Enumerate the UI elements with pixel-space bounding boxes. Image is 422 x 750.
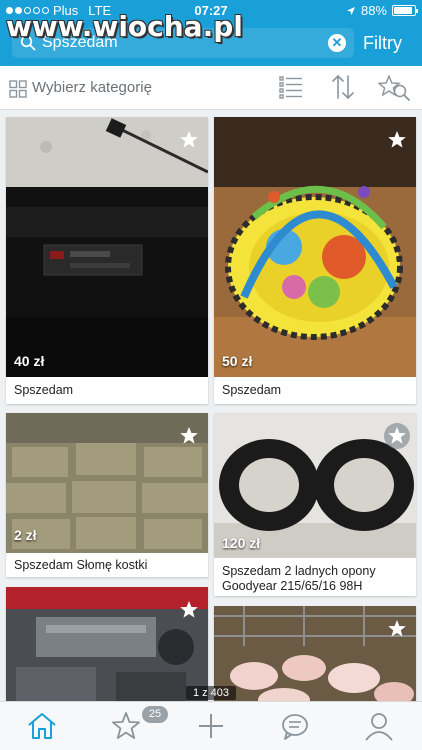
observed-count-badge: 25 (142, 706, 168, 723)
app-header: Plus LTE 07:27 88% Spszedam ✕ Filtry (0, 0, 422, 66)
favorite-star-icon[interactable] (176, 597, 202, 623)
favorite-star-icon[interactable] (384, 127, 410, 153)
listing-title: Spszedam 2 ladnych opony Goodyear 215/65… (222, 564, 376, 593)
listing-photo (6, 117, 208, 377)
category-grid-icon[interactable] (9, 80, 27, 98)
messages-icon[interactable] (279, 710, 311, 742)
home-icon[interactable] (26, 710, 58, 742)
page-counter: 1 z 403 (186, 686, 236, 700)
listing-price: 40 zł (14, 353, 45, 369)
favorite-star-icon[interactable] (384, 616, 410, 642)
listing-price: 2 zł (14, 527, 37, 543)
battery-icon (392, 5, 418, 16)
search-input[interactable]: Spszedam ✕ (12, 28, 354, 58)
location-arrow-icon (346, 6, 355, 15)
account-icon[interactable] (363, 710, 395, 742)
listing-card[interactable]: 40 zł Spszedam (6, 117, 208, 404)
status-right: 88% (346, 3, 418, 18)
listing-title: Spszedam Słomę kostki (14, 558, 148, 572)
clear-search-icon[interactable]: ✕ (328, 34, 346, 52)
favorite-star-icon[interactable] (176, 127, 202, 153)
play-mat-photo-icon (214, 117, 416, 377)
status-bar: Plus LTE 07:27 88% (0, 0, 422, 22)
listing-toolbar: Wybierz kategorię (0, 66, 422, 110)
favorite-star-icon[interactable] (176, 423, 202, 449)
observed-star-icon[interactable] (110, 710, 142, 742)
listing-price: 120 zł (222, 535, 261, 551)
listing-title: Spszedam (222, 383, 282, 397)
listing-card[interactable]: 120 zł Spszedam 2 ladnych opony Goodyear… (214, 413, 416, 596)
battery-percent: 88% (360, 3, 387, 18)
listing-card[interactable] (214, 606, 416, 701)
add-listing-icon[interactable] (195, 710, 227, 742)
listing-card[interactable]: 2 zł Spszedam Słomę kostki (6, 413, 208, 577)
radio-panel-photo-icon (6, 117, 208, 377)
listing-card[interactable]: 50 zł Spszedam (214, 117, 416, 404)
list-view-icon[interactable] (279, 75, 303, 99)
listing-photo (214, 117, 416, 377)
search-query: Spszedam (42, 34, 118, 51)
favorite-star-icon[interactable] (384, 423, 410, 449)
search-icon (20, 35, 36, 51)
filters-button[interactable]: Filtry (363, 33, 402, 54)
listing-title: Spszedam (14, 383, 74, 397)
listing-card[interactable] (6, 587, 208, 701)
listing-price: 50 zł (222, 353, 253, 369)
sort-icon[interactable] (331, 74, 355, 100)
category-selector[interactable]: Wybierz kategorię (32, 79, 152, 96)
bottom-tab-bar: 25 (0, 701, 422, 750)
saved-search-icon[interactable] (378, 75, 410, 101)
listings-grid: 40 zł Spszedam 50 zł Spszedam 2 zł Spsze… (0, 110, 422, 701)
